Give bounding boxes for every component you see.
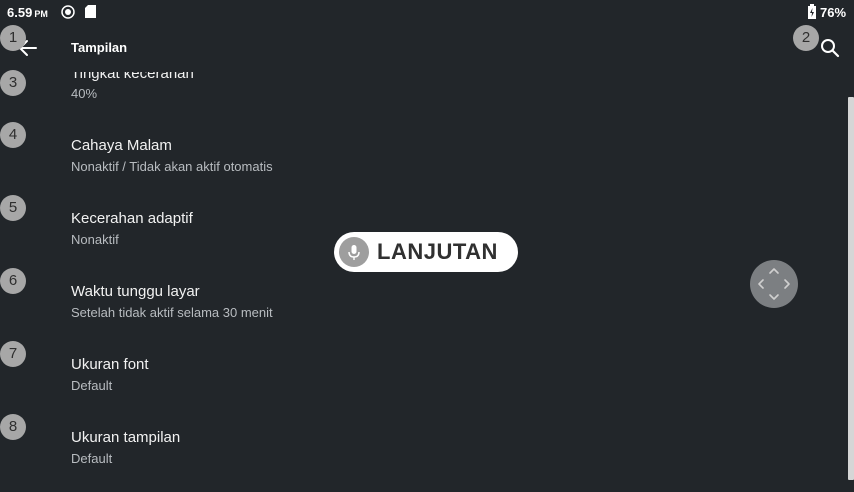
- number-badge: 5: [0, 195, 26, 221]
- app-toolbar: Tampilan: [0, 24, 854, 72]
- setting-display-size[interactable]: Ukuran tampilan Default: [0, 420, 845, 492]
- number-badge: 8: [0, 414, 26, 440]
- page-title: Tampilan: [71, 40, 128, 55]
- setting-subtitle: Default: [71, 378, 113, 393]
- number-badge: 1: [0, 25, 26, 51]
- number-badge: 3: [0, 70, 26, 96]
- number-badge: 7: [0, 341, 26, 367]
- microphone-icon: [339, 237, 369, 267]
- number-badge: 6: [0, 268, 26, 294]
- setting-title: Ukuran font: [71, 356, 149, 373]
- scrollbar[interactable]: [848, 97, 854, 480]
- setting-title: Waktu tunggu layar: [71, 283, 200, 300]
- setting-title: Cahaya Malam: [71, 137, 172, 154]
- setting-subtitle: Nonaktif: [71, 232, 119, 247]
- setting-font-size[interactable]: Ukuran font Default: [0, 347, 845, 419]
- search-icon[interactable]: [816, 34, 844, 62]
- number-badge: 2: [793, 25, 819, 51]
- setting-subtitle: Default: [71, 451, 113, 466]
- voice-command-pill[interactable]: LANJUTAN: [334, 232, 518, 272]
- number-badge: 4: [0, 122, 26, 148]
- setting-title: Kecerahan adaptif: [71, 210, 193, 227]
- setting-title: Ukuran tampilan: [71, 429, 181, 446]
- dpad-icon[interactable]: [750, 260, 798, 308]
- setting-subtitle: Setelah tidak aktif selama 30 menit: [71, 305, 273, 320]
- voice-command-label: LANJUTAN: [377, 239, 498, 264]
- setting-screen-timeout[interactable]: Waktu tunggu layar Setelah tidak aktif s…: [0, 274, 845, 346]
- setting-subtitle: 40%: [71, 86, 98, 101]
- setting-night-light[interactable]: Cahaya Malam Nonaktif / Tidak akan aktif…: [0, 128, 845, 200]
- setting-subtitle: Nonaktif / Tidak akan aktif otomatis: [71, 159, 273, 174]
